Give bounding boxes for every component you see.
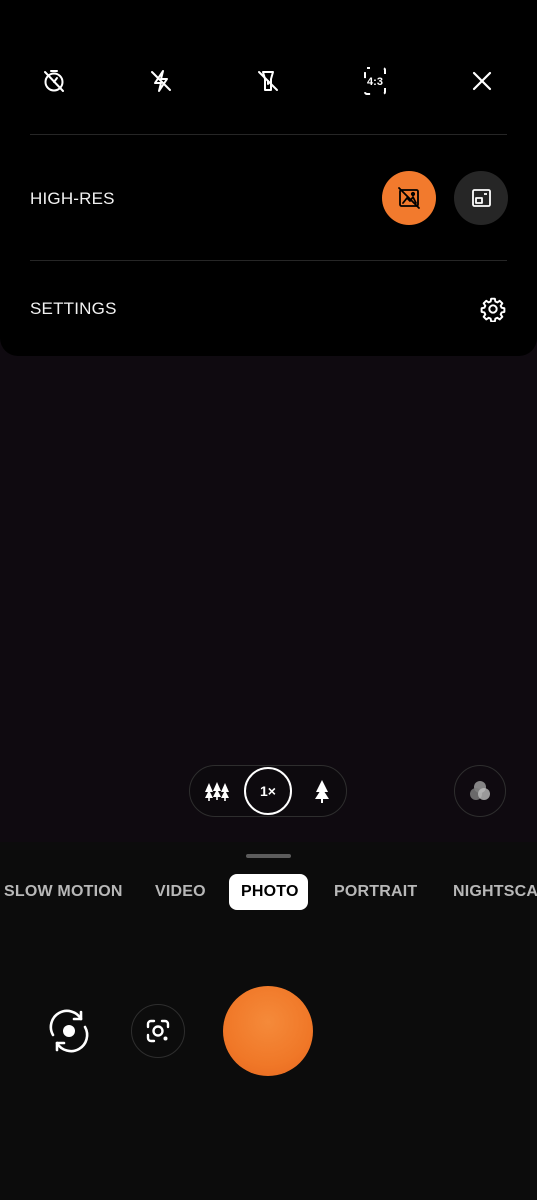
aspect-ratio-icon[interactable]: 4:3 — [349, 55, 401, 107]
high-res-off-button[interactable] — [382, 171, 436, 225]
settings-label[interactable]: SETTINGS — [30, 299, 117, 319]
zoom-1x-button[interactable]: 1× — [244, 767, 292, 815]
high-res-off-icon — [398, 187, 420, 209]
high-res-on-button[interactable] — [454, 171, 508, 225]
aspect-ratio-label: 4:3 — [367, 76, 383, 88]
flip-camera-icon[interactable] — [44, 1006, 94, 1056]
mode-video[interactable]: VIDEO — [155, 874, 206, 910]
divider — [30, 134, 507, 135]
divider — [30, 260, 507, 261]
telephoto-icon[interactable] — [297, 766, 347, 816]
timer-off-icon[interactable] — [28, 55, 80, 107]
google-lens-icon[interactable] — [131, 1004, 185, 1058]
quick-settings-icon-row: 4:3 — [0, 55, 537, 107]
close-icon[interactable] — [456, 55, 508, 107]
shutter-button[interactable] — [223, 986, 313, 1076]
torch-off-icon[interactable] — [242, 55, 294, 107]
high-res-on-icon — [472, 189, 491, 207]
filter-icon[interactable] — [454, 765, 506, 817]
wide-angle-icon[interactable] — [192, 766, 242, 816]
mode-slow-motion[interactable]: SLOW MOTION — [4, 874, 123, 910]
gear-icon[interactable] — [478, 294, 508, 324]
mode-portrait[interactable]: PORTRAIT — [334, 874, 417, 910]
drag-handle[interactable] — [246, 854, 291, 858]
mode-photo[interactable]: PHOTO — [229, 874, 308, 910]
quick-settings-panel: 4:3 HIGH-RES SETTINGS — [0, 0, 537, 356]
high-res-label: HIGH-RES — [30, 189, 115, 208]
zoom-selector: 1× — [189, 765, 347, 817]
mode-selector: SLOW MOTION VIDEO PHOTO PORTRAIT NIGHTSC… — [0, 874, 537, 910]
camera-screen: 4:3 HIGH-RES SETTINGS 1× SLOW MOTION VID… — [0, 0, 537, 1200]
zoom-1x-label: 1× — [260, 783, 276, 799]
flash-off-icon[interactable] — [135, 55, 187, 107]
mode-nightscape[interactable]: NIGHTSCA — [453, 874, 537, 910]
